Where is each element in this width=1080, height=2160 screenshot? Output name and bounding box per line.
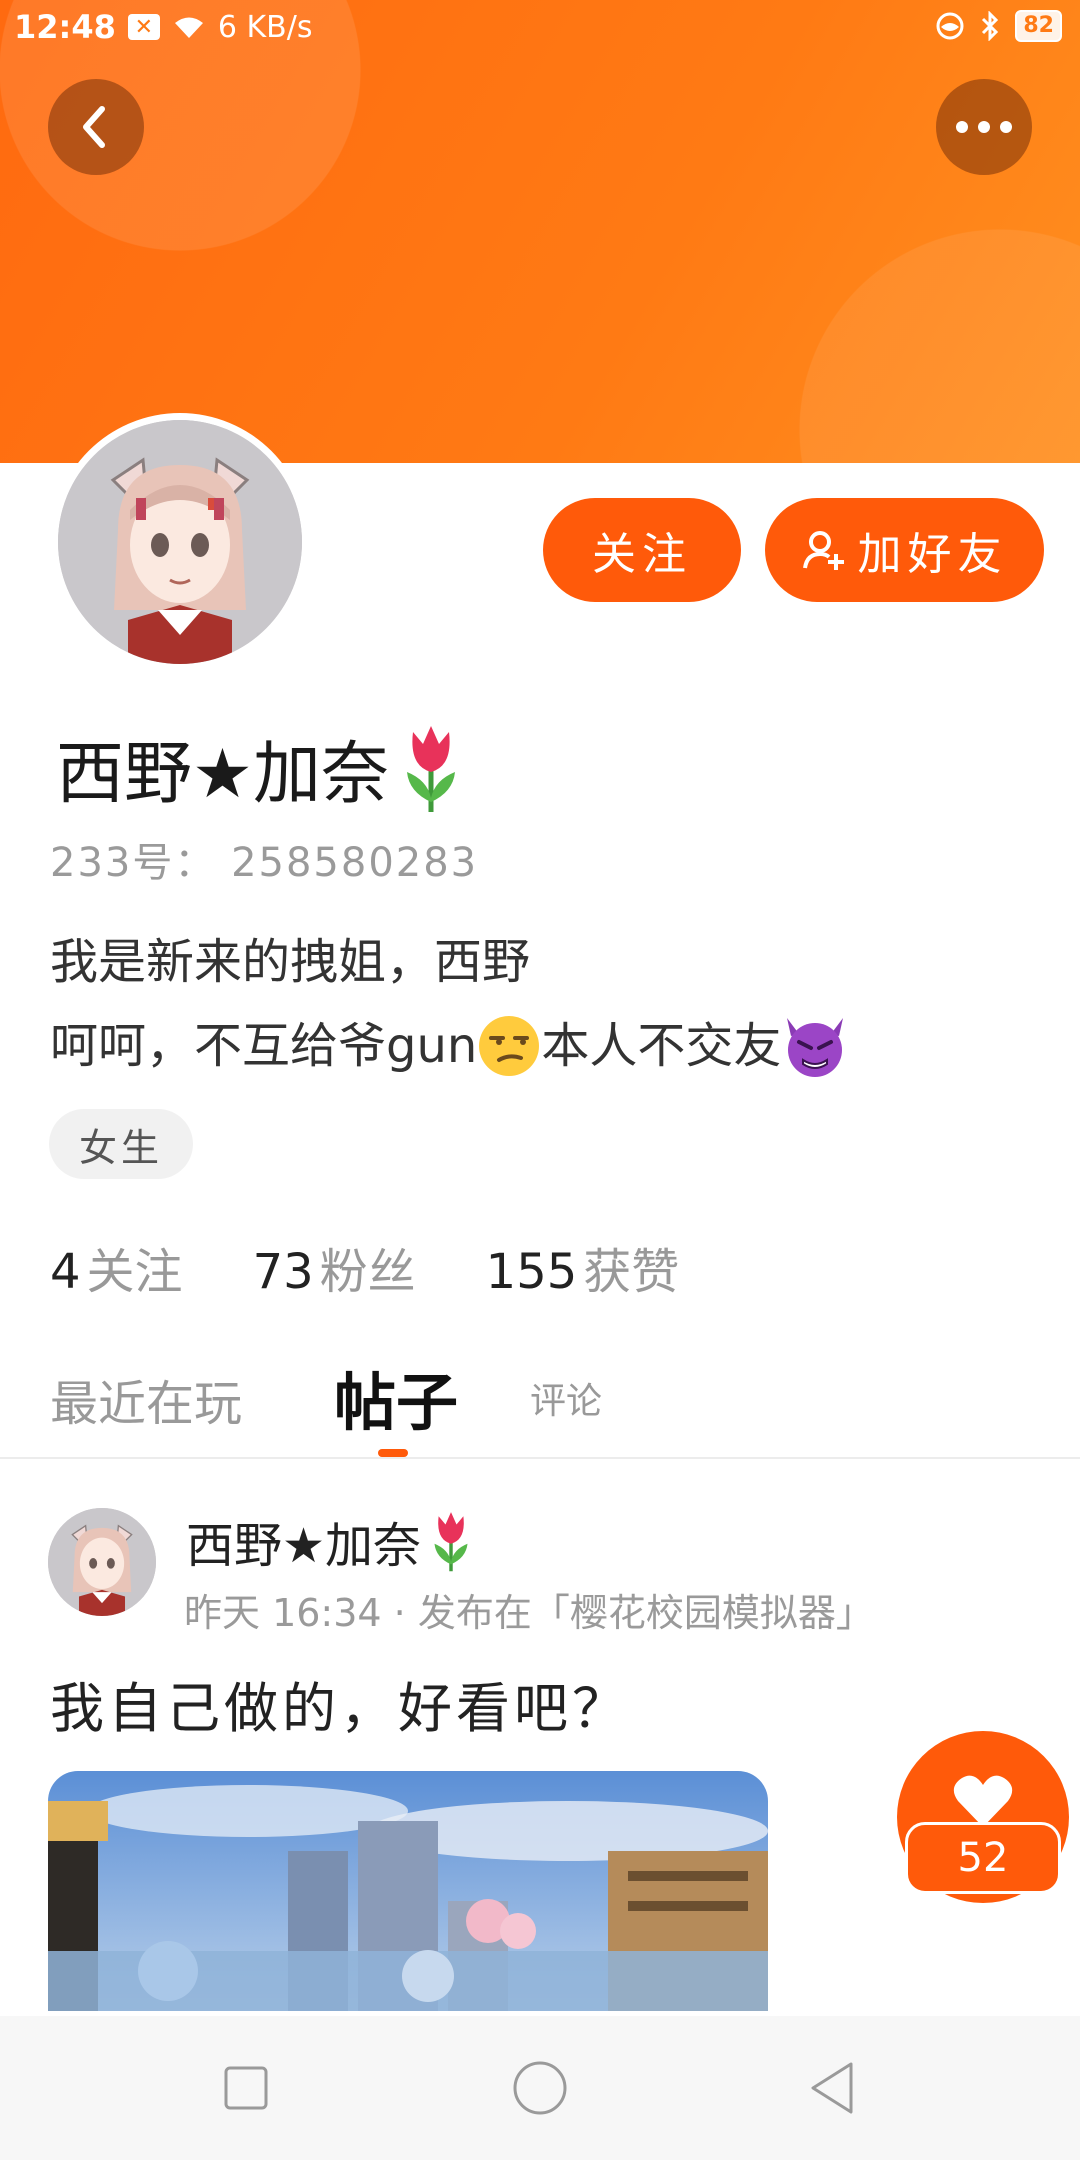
network-speed: 6 KB/s <box>217 9 313 45</box>
bio-line-2-end: 本人不交友 <box>541 1018 782 1074</box>
unamused-face-icon <box>479 1016 540 1076</box>
heart-icon <box>953 1775 1013 1827</box>
anime-girl-avatar-image <box>58 420 302 664</box>
username-text: 西野★加奈 <box>56 735 389 814</box>
bio-line-1: 我是新来的拽姐，西野 <box>50 934 531 990</box>
add-friend-button-label: 加好友 <box>857 529 1008 580</box>
post-author-avatar[interactable] <box>48 1508 156 1616</box>
post-image[interactable] <box>48 1771 768 2011</box>
active-tab-indicator <box>378 1449 408 1457</box>
gender-tag: 女生 <box>49 1109 193 1179</box>
circle-icon <box>513 2061 567 2115</box>
profile-bio: 我是新来的拽姐，西野 呵呵，不互给爷gun 本人不交友 <box>50 920 849 1088</box>
profile-avatar[interactable] <box>51 413 309 671</box>
bluetooth-icon <box>982 11 999 41</box>
square-icon <box>224 2066 268 2110</box>
stat-likes[interactable]: 155 获赞 <box>486 1232 680 1302</box>
add-friend-button[interactable]: 加好友 <box>765 498 1044 602</box>
angry-devil-icon <box>787 1018 844 1077</box>
status-bar: 12:48 ✕ 6 KB/s 82 <box>0 0 1080 54</box>
data-saver-icon <box>936 12 964 40</box>
back-arrow-icon <box>83 106 105 148</box>
wifi-icon <box>174 17 203 38</box>
more-options-button[interactable] <box>936 79 1032 175</box>
notification-icon: ✕ <box>127 14 160 40</box>
stat-number: 4 <box>50 1244 81 1300</box>
stat-label: 关注 <box>86 1244 183 1300</box>
battery-indicator: 82 <box>1015 10 1062 42</box>
post-text[interactable]: 我自己做的，好看吧？ <box>50 1664 630 1743</box>
stat-number: 73 <box>252 1244 314 1300</box>
gender-tag-label: 女生 <box>78 1125 163 1170</box>
more-dots-icon <box>956 121 1012 133</box>
post-author[interactable]: 西野★加奈 <box>186 1506 473 1576</box>
user-id: 233号： 258580283 <box>50 830 478 888</box>
triangle-back-icon <box>811 2062 853 2114</box>
stat-label: 获赞 <box>583 1244 680 1300</box>
recent-apps-button[interactable] <box>214 2056 278 2120</box>
follow-button-label: 关注 <box>592 529 692 580</box>
like-count: 52 <box>905 1822 1061 1894</box>
tulip-icon <box>406 725 455 812</box>
profile-stats: 4 关注 73 粉丝 155 获赞 <box>50 1232 679 1302</box>
tab-recently-played[interactable]: 最近在玩 <box>50 1364 242 1434</box>
home-button[interactable] <box>508 2056 572 2120</box>
user-id-label: 233号： <box>50 840 217 886</box>
post-author-name: 西野★加奈 <box>186 1518 422 1574</box>
bio-line-2-start: 呵呵，不互给爷gun <box>50 1018 478 1074</box>
system-back-button[interactable] <box>800 2056 864 2120</box>
tab-comments[interactable]: 评论 <box>530 1372 602 1424</box>
school-scene-image <box>48 1771 768 2011</box>
profile-tabs: 最近在玩 帖子 评论 <box>50 1348 1050 1448</box>
tab-posts[interactable]: 帖子 <box>334 1352 458 1442</box>
post-meta: 昨天 16:34 · 发布在「樱花校园模拟器」 <box>184 1591 874 1635</box>
stat-followers[interactable]: 73 粉丝 <box>253 1232 416 1302</box>
user-id-value: 258580283 <box>231 840 479 886</box>
profile-banner <box>0 0 1080 463</box>
stat-label: 粉丝 <box>319 1244 416 1300</box>
follow-button[interactable]: 关注 <box>543 498 741 602</box>
system-navigation-bar <box>0 2016 1080 2160</box>
bio-line-2: 呵呵，不互给爷gun 本人不交友 <box>50 1004 849 1088</box>
profile-username: 西野★加奈 <box>56 718 463 817</box>
stat-following[interactable]: 4 关注 <box>50 1232 183 1302</box>
divider <box>0 1457 1080 1459</box>
add-user-icon <box>802 531 844 570</box>
anime-girl-avatar-image <box>48 1508 156 1616</box>
back-button[interactable] <box>48 79 144 175</box>
stat-number: 155 <box>485 1244 578 1300</box>
tulip-icon <box>434 1512 468 1572</box>
status-time: 12:48 <box>14 8 116 46</box>
avatar <box>58 420 302 664</box>
